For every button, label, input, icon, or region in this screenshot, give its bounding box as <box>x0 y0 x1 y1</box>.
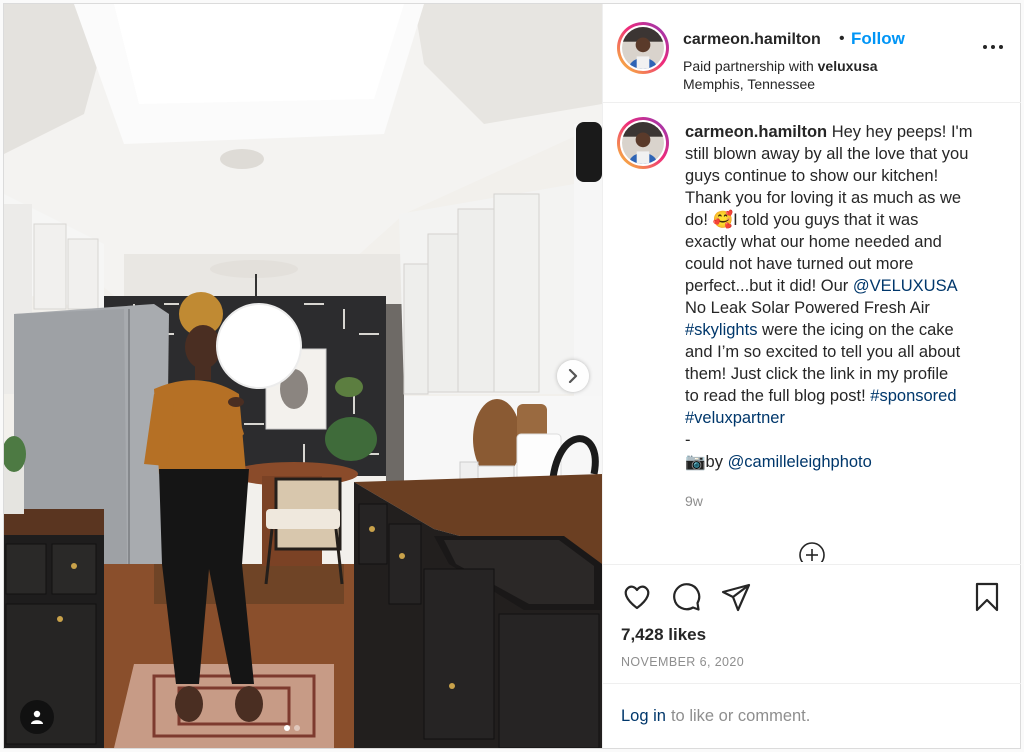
caption-line: were the icing on the cake <box>757 321 954 339</box>
caption-line: Hey hey peeps! I'm <box>831 123 973 141</box>
action-bar: 7,428 likes NOVEMBER 6, 2020 Log in to l… <box>603 564 1021 748</box>
next-photo-button[interactable] <box>557 360 589 392</box>
hashtag-skylights[interactable]: #skylights <box>685 321 757 339</box>
smiling-face-hearts-emoji: 🥰 <box>712 211 734 229</box>
user-tag-icon <box>31 710 43 724</box>
caption-line: I told you guys that it was <box>733 211 919 229</box>
caption-line: to read the full blog post! <box>685 387 871 405</box>
login-prompt: Log in to like or comment. <box>603 683 1021 749</box>
separator-dot: • <box>839 30 845 47</box>
carousel-dot-active <box>284 725 290 731</box>
caption-line: Thank you for loving it as much as we <box>685 189 962 207</box>
avatar-image <box>622 27 664 69</box>
post-date: NOVEMBER 6, 2020 <box>621 655 745 669</box>
post-header: carmeon.hamilton • Follow Paid partnersh… <box>603 4 1021 103</box>
more-options-icon[interactable] <box>981 40 1005 54</box>
caption-line: could not have turned out more <box>685 255 914 273</box>
caption-line: No Leak Solar Powered Fresh Air <box>685 299 930 317</box>
carousel-dot <box>294 725 300 731</box>
caption-line: do! <box>685 211 713 229</box>
caption-line: and I’m so excited to tell you all about <box>685 343 961 361</box>
caption-line: by <box>705 453 728 471</box>
avatar-image <box>622 122 664 164</box>
comment-timestamp[interactable]: 9w <box>685 493 703 509</box>
carousel-indicator <box>284 725 300 731</box>
tagged-users-button[interactable] <box>20 700 54 734</box>
caption-text: carmeon.hamilton Hey hey peeps! I'm stil… <box>685 121 997 473</box>
author-avatar[interactable] <box>617 22 669 74</box>
post-side-panel: carmeon.hamilton • Follow Paid partnersh… <box>602 4 1021 748</box>
hashtag-sponsored[interactable]: #sponsored <box>870 387 956 405</box>
heart-icon[interactable] <box>621 581 653 613</box>
caption-line: guys continue to show our kitchen! <box>685 167 939 185</box>
author-username[interactable]: carmeon.hamilton <box>683 31 821 49</box>
mention-veluxusa[interactable]: @VELUXUSA <box>853 277 958 295</box>
caption-line: still blown away by all the love that yo… <box>685 145 969 163</box>
partnership-prefix: Paid partnership with <box>683 58 814 74</box>
caption-line: them! Just click the link in my profile <box>685 365 949 383</box>
caption-line: - <box>685 431 691 449</box>
likes-count[interactable]: 7,428 likes <box>621 625 706 645</box>
kitchen-photo <box>4 4 602 748</box>
partner-link[interactable]: veluxusa <box>818 58 878 74</box>
caption-line: perfect...but it did! Our <box>685 277 853 295</box>
bookmark-icon[interactable] <box>971 581 1003 613</box>
login-link[interactable]: Log in <box>621 707 666 726</box>
caption-author-avatar[interactable] <box>617 117 669 169</box>
hashtag-veluxpartner[interactable]: #veluxpartner <box>685 409 785 427</box>
caption-line: exactly what our home needed and <box>685 233 942 251</box>
mention-camilleleighphoto[interactable]: @camilleleighphoto <box>728 453 872 471</box>
camera-emoji: 📷 <box>685 453 706 471</box>
post-location[interactable]: Memphis, Tennessee <box>683 76 815 92</box>
follow-button[interactable]: Follow <box>851 29 905 49</box>
paid-partnership-label: Paid partnership with veluxusa <box>683 58 878 74</box>
load-more-comments-icon[interactable] <box>797 540 827 562</box>
post-dialog: carmeon.hamilton • Follow Paid partnersh… <box>3 3 1021 749</box>
caption-username[interactable]: carmeon.hamilton <box>685 123 827 141</box>
comment-icon[interactable] <box>670 581 702 613</box>
post-photo[interactable] <box>4 4 602 748</box>
paper-plane-icon[interactable] <box>720 581 752 613</box>
login-prompt-text: to like or comment. <box>670 707 811 725</box>
chevron-right-icon <box>568 369 578 383</box>
